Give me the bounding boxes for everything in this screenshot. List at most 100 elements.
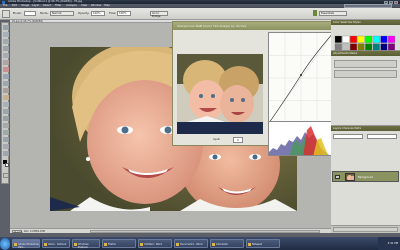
color-swatch[interactable] (334, 43, 342, 51)
opacity-input[interactable]: 100% (91, 10, 105, 16)
taskbar-item-label: Document1 - Word (180, 243, 203, 246)
healing-brush-tool-icon[interactable] (3, 67, 9, 72)
zoom-level-input[interactable]: 66.67% (12, 229, 23, 234)
layer-opacity-input[interactable] (367, 134, 397, 139)
background-color-swatch[interactable] (5, 163, 9, 167)
taskbar-item-paint[interactable]: Untitled - Paint (138, 239, 172, 248)
color-swatch[interactable] (380, 43, 388, 51)
layers-footer-buttons[interactable] (333, 227, 398, 232)
color-swatch[interactable] (342, 35, 350, 43)
menu-window[interactable]: Window (91, 4, 101, 7)
input-value-field[interactable]: 0 (233, 137, 243, 143)
swatch-grid[interactable] (334, 35, 397, 52)
color-swatch[interactable] (334, 35, 342, 43)
color-swatch[interactable] (388, 43, 395, 51)
clock[interactable]: 3:41 PM (388, 242, 398, 245)
taskbar-item-label: Notepad (252, 243, 263, 246)
menu-filter[interactable]: Filter (55, 4, 61, 7)
color-swatch[interactable] (350, 35, 357, 43)
clone-stamp-tool-icon[interactable] (3, 81, 9, 86)
menu-layer[interactable]: Layer (32, 4, 39, 7)
taskbar-item-label: Inbox - Outlook (48, 243, 67, 246)
flow-label: Flow: (109, 11, 117, 15)
adjustment-icons-row[interactable] (334, 60, 397, 68)
eye-visibility-icon[interactable] (335, 175, 340, 179)
menu-file[interactable]: File (3, 4, 7, 7)
hand-tool-icon[interactable] (3, 144, 9, 149)
app-icon (104, 242, 107, 246)
taskbar-item-label: Adobe Photoshop CS4... (18, 243, 39, 249)
taskbar-item-outlook[interactable]: Inbox - Outlook (42, 239, 70, 248)
taskbar: Adobe Photoshop CS4... Inbox - Outlook W… (0, 237, 400, 250)
swatches-panel (331, 25, 400, 51)
lasso-tool-icon[interactable] (3, 39, 9, 44)
move-tool-icon[interactable] (3, 25, 9, 30)
color-swatch[interactable] (342, 43, 350, 51)
input-label: Input: (213, 138, 221, 141)
menu-view[interactable]: View (81, 4, 87, 7)
flow-input[interactable]: 100% (117, 10, 131, 16)
mode-select[interactable]: Normal (50, 10, 74, 16)
taskbar-item-label: Windows Explorer (78, 243, 89, 249)
crop-tool-icon[interactable] (3, 53, 9, 58)
brush-tool-icon[interactable] (3, 74, 9, 79)
menu-edit[interactable]: Edit (12, 4, 17, 7)
shape-tool-icon[interactable] (3, 137, 9, 142)
menu-help[interactable]: Help (104, 4, 110, 7)
document-size-info[interactable]: Doc: 2.25M/2.25M (24, 230, 45, 233)
airbrush-toggle[interactable] (313, 10, 317, 16)
history-brush-tool-icon[interactable] (3, 88, 9, 93)
right-panels: Color Swatches Styles Adjustments Masks … (331, 20, 400, 233)
app-icon (176, 242, 179, 246)
taskbar-item-firefox[interactable]: Firefox (102, 239, 136, 248)
color-swatch[interactable] (365, 43, 373, 51)
menu-image[interactable]: Image (21, 4, 29, 7)
zoom-tool-icon[interactable] (3, 151, 9, 156)
options-bar: Brush: Mode: Normal Opacity: 100% Flow: … (0, 8, 400, 20)
color-swatch[interactable] (365, 35, 373, 43)
color-swatch[interactable] (388, 35, 395, 43)
curve-line (268, 32, 334, 124)
layer-row-background[interactable]: Background (332, 171, 399, 182)
taskbar-item-notepad[interactable]: Notepad (246, 239, 280, 248)
brush-preset-icon[interactable] (2, 10, 10, 18)
horizontal-scrollbar[interactable] (90, 230, 320, 233)
color-swatch[interactable] (372, 35, 380, 43)
color-swatch[interactable] (350, 43, 357, 51)
app-icon (44, 242, 47, 246)
path-selection-tool-icon[interactable] (3, 130, 9, 135)
pen-tool-icon[interactable] (3, 116, 9, 121)
blend-mode-select[interactable] (333, 134, 363, 139)
start-button[interactable] (0, 237, 10, 250)
color-swatch[interactable] (372, 43, 380, 51)
quick-mask-icon[interactable] (3, 173, 9, 178)
taskbar-item-explorer[interactable]: Windows Explorer (72, 239, 100, 249)
eyedropper-tool-icon[interactable] (3, 60, 9, 65)
menu-analysis[interactable]: Analysis (66, 4, 77, 7)
eraser-tool-icon[interactable] (3, 95, 9, 100)
mode-label: Mode: (40, 11, 49, 15)
layer-thumbnail-image (346, 174, 354, 180)
curves-graph[interactable] (268, 32, 334, 124)
color-swatch[interactable] (380, 35, 388, 43)
app-icon (248, 242, 251, 246)
dodge-tool-icon[interactable] (3, 109, 9, 114)
color-swatch[interactable] (357, 43, 365, 51)
taskbar-item-calculator[interactable]: Calculator (210, 239, 244, 248)
color-swatch[interactable] (357, 35, 365, 43)
brush-size-picker[interactable] (24, 10, 36, 16)
magic-wand-tool-icon[interactable] (3, 46, 9, 51)
system-tray: 3:41 PM (378, 237, 400, 250)
gradient-tool-icon[interactable] (3, 102, 9, 107)
opacity-label: Opacity: (78, 11, 90, 15)
go-to-bridge-button[interactable]: Go to Bridge (150, 10, 168, 18)
brush-label: Brush: (13, 11, 23, 15)
workspace-select[interactable]: Essentials (319, 10, 347, 16)
adjustments-panel (331, 56, 400, 126)
adjustment-presets-row[interactable] (334, 70, 397, 78)
taskbar-item-photoshop[interactable]: Adobe Photoshop CS4... (12, 239, 40, 249)
marquee-tool-icon[interactable] (3, 32, 9, 37)
taskbar-item-word[interactable]: Document1 - Word (174, 239, 208, 248)
type-tool-icon[interactable] (3, 123, 9, 128)
menu-select[interactable]: Select (43, 4, 51, 7)
